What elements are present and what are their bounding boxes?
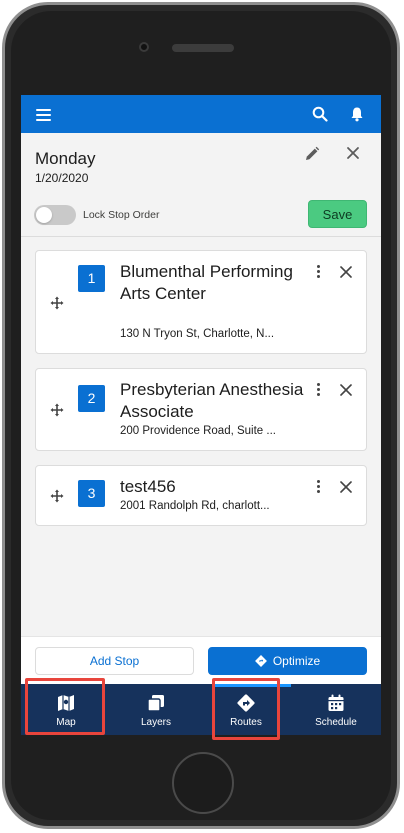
- close-icon[interactable]: [346, 146, 360, 160]
- route-date: 1/20/2020: [35, 171, 89, 185]
- page-title: Monday: [35, 149, 96, 168]
- stop-number-badge: 1: [78, 265, 105, 292]
- more-options-icon[interactable]: [315, 383, 321, 399]
- stop-card[interactable]: 2 Presbyterian Anesthesia Associate 200 …: [35, 368, 367, 451]
- routes-icon: [237, 694, 255, 712]
- lock-stop-order-row: Lock Stop Order Save: [21, 199, 381, 233]
- nav-item-layers[interactable]: Layers: [111, 684, 201, 735]
- lock-stop-order-toggle[interactable]: [34, 205, 76, 225]
- route-diamond-icon: [254, 655, 267, 667]
- speaker-grille: [172, 44, 234, 52]
- nav-label-routes: Routes: [230, 717, 262, 728]
- stop-name: test456: [120, 477, 176, 496]
- move-icon[interactable]: [50, 403, 64, 417]
- stop-list: 1 Blumenthal Performing Arts Center 130 …: [35, 250, 367, 540]
- search-icon[interactable]: [312, 106, 328, 122]
- stop-name: Blumenthal Performing Arts Center: [120, 262, 293, 303]
- optimize-label: Optimize: [272, 654, 321, 668]
- nav-item-schedule[interactable]: Schedule: [291, 684, 381, 735]
- action-bar: Add Stop Optimize: [21, 636, 381, 684]
- save-button[interactable]: Save: [308, 200, 367, 228]
- camera-icon: [139, 42, 149, 52]
- optimize-button[interactable]: Optimize: [208, 647, 367, 675]
- remove-stop-icon[interactable]: [340, 481, 352, 493]
- layers-icon: [147, 695, 164, 712]
- nav-label-map: Map: [56, 717, 76, 728]
- remove-stop-icon[interactable]: [340, 384, 352, 396]
- stop-card[interactable]: 3 test456 2001 Randolph Rd, charlott...: [35, 465, 367, 526]
- more-options-icon[interactable]: [315, 265, 321, 281]
- toggle-knob: [36, 207, 52, 223]
- stop-card[interactable]: 1 Blumenthal Performing Arts Center 130 …: [35, 250, 367, 354]
- add-stop-button[interactable]: Add Stop: [35, 647, 194, 675]
- route-header: Monday 1/20/2020: [21, 133, 381, 203]
- lock-stop-order-label: Lock Stop Order: [83, 209, 160, 221]
- stop-address: 130 N Tryon St, Charlotte, N...: [120, 328, 275, 340]
- map-icon: [58, 695, 74, 711]
- remove-stop-icon[interactable]: [340, 266, 352, 278]
- nav-item-map[interactable]: Map: [21, 684, 111, 735]
- stop-number-badge: 3: [78, 480, 105, 507]
- stop-number-badge: 2: [78, 385, 105, 412]
- calendar-icon: [328, 694, 344, 711]
- stop-address: 200 Providence Road, Suite ...: [120, 425, 276, 437]
- bell-icon[interactable]: [349, 106, 365, 122]
- app-screen: Monday 1/20/2020 Lock Stop Order Save 1 …: [21, 95, 381, 735]
- move-icon[interactable]: [50, 489, 64, 503]
- divider: [21, 236, 381, 237]
- nav-label-layers: Layers: [140, 717, 171, 728]
- pencil-icon[interactable]: [304, 146, 320, 162]
- stop-name: Presbyterian Anesthesia Associate: [120, 380, 304, 421]
- menu-icon[interactable]: [36, 109, 51, 121]
- move-icon[interactable]: [50, 296, 64, 310]
- home-button[interactable]: [172, 752, 234, 814]
- stop-address: 2001 Randolph Rd, charlott...: [120, 500, 270, 512]
- bottom-nav: Map Layers Routes Schedule: [21, 684, 381, 735]
- more-options-icon[interactable]: [315, 480, 321, 496]
- nav-label-schedule: Schedule: [315, 717, 357, 728]
- top-bar: [21, 95, 381, 133]
- nav-item-routes[interactable]: Routes: [201, 684, 291, 735]
